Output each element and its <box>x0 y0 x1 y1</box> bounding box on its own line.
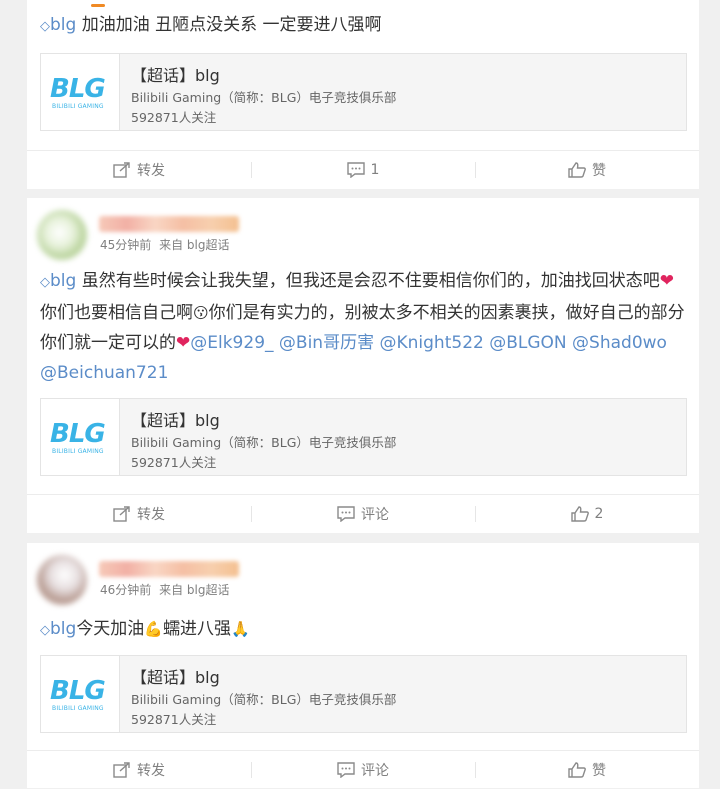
logo-text: BLG <box>50 74 106 104</box>
avatar[interactable] <box>37 210 87 260</box>
post-author: 45分钟前 来自 blg超话 <box>37 210 437 260</box>
repost-icon <box>113 162 131 178</box>
repost-button[interactable]: 转发 <box>27 751 251 789</box>
repost-button[interactable]: 转发 <box>27 495 251 533</box>
topic-card[interactable]: BLG BILIBILI GAMING 【超话】blg Bilibili Gam… <box>40 655 687 733</box>
post-text: ◇blg今天加油💪蠕进八强🙏 <box>40 619 250 639</box>
comment-count: 1 <box>370 162 380 178</box>
post-meta: 45分钟前 来自 blg超话 <box>100 236 230 253</box>
like-button[interactable]: 赞 <box>475 151 699 189</box>
username-blurred[interactable] <box>99 561 239 577</box>
like-icon <box>568 162 586 178</box>
post-card: 46分钟前 来自 blg超话 ◇blg今天加油💪蠕进八强🙏 BLG BILIBI… <box>27 543 699 788</box>
like-icon <box>568 762 586 778</box>
post-meta: 46分钟前 来自 blg超话 <box>100 581 230 598</box>
logo-text: BLG <box>50 676 106 706</box>
post-time[interactable]: 45分钟前 <box>100 238 151 252</box>
topic-description: Bilibili Gaming（简称：BLG）电子竞技俱乐部 <box>131 90 397 105</box>
repost-label: 转发 <box>137 163 165 179</box>
like-label: 赞 <box>592 163 606 179</box>
topic-description: Bilibili Gaming（简称：BLG）电子竞技俱乐部 <box>131 692 397 707</box>
logo-subtext: BILIBILI GAMING <box>52 448 104 455</box>
repost-label: 转发 <box>137 763 165 779</box>
topic-followers: 592871人关注 <box>131 455 217 470</box>
comment-icon <box>337 762 355 778</box>
post-source[interactable]: 来自 blg超话 <box>159 583 229 597</box>
post-text: ◇blg 加油加油 丑陋点没关系 一定要进八强啊 <box>40 15 382 35</box>
blg-logo: BLG BILIBILI GAMING <box>41 399 120 475</box>
weibo-feed: ◇blg 加油加油 丑陋点没关系 一定要进八强啊 BLG BILIBILI GA… <box>0 0 720 788</box>
post-text: ◇blg 虽然有些时候会让我失望，但我还是会忍不住要相信你们的，加油找回状态吧❤… <box>40 271 685 383</box>
topic-followers: 592871人关注 <box>131 110 217 125</box>
top-accent-bar <box>91 4 105 7</box>
like-button[interactable]: 2 <box>475 495 699 533</box>
comment-label: 评论 <box>361 507 389 523</box>
post-author: 46分钟前 来自 blg超话 <box>37 555 437 605</box>
username-blurred[interactable] <box>99 216 239 232</box>
topic-card[interactable]: BLG BILIBILI GAMING 【超话】blg Bilibili Gam… <box>40 398 687 476</box>
like-label: 赞 <box>592 763 606 779</box>
topic-title[interactable]: 【超话】blg <box>131 664 220 688</box>
post-actions: 转发 评论 2 <box>27 494 699 533</box>
repost-button[interactable]: 转发 <box>27 151 251 189</box>
topic-title[interactable]: 【超话】blg <box>131 62 220 86</box>
repost-label: 转发 <box>137 507 165 523</box>
logo-subtext: BILIBILI GAMING <box>52 705 104 712</box>
like-count: 2 <box>594 506 604 522</box>
comment-button[interactable]: 评论 <box>251 751 475 789</box>
topic-title[interactable]: 【超话】blg <box>131 407 220 431</box>
post-time[interactable]: 46分钟前 <box>100 583 151 597</box>
logo-text: BLG <box>50 419 106 449</box>
post-source[interactable]: 来自 blg超话 <box>159 238 229 252</box>
comment-button[interactable]: 1 <box>251 151 475 189</box>
topic-description: Bilibili Gaming（简称：BLG）电子竞技俱乐部 <box>131 435 397 450</box>
comment-icon <box>337 506 355 522</box>
comment-label: 评论 <box>361 763 389 779</box>
avatar[interactable] <box>37 555 87 605</box>
comment-button[interactable]: 评论 <box>251 495 475 533</box>
like-icon <box>570 506 589 522</box>
post-actions: 转发 1 赞 <box>27 150 699 189</box>
post-card: ◇blg 加油加油 丑陋点没关系 一定要进八强啊 BLG BILIBILI GA… <box>27 0 699 189</box>
repost-icon <box>113 762 131 778</box>
blg-logo: BLG BILIBILI GAMING <box>41 54 120 130</box>
post-actions: 转发 评论 赞 <box>27 750 699 789</box>
repost-icon <box>113 506 131 522</box>
like-button[interactable]: 赞 <box>475 751 699 789</box>
comment-icon <box>346 162 365 178</box>
blg-logo: BLG BILIBILI GAMING <box>41 656 120 732</box>
post-card: 45分钟前 来自 blg超话 ◇blg 虽然有些时候会让我失望，但我还是会忍不住… <box>27 198 699 533</box>
topic-card[interactable]: BLG BILIBILI GAMING 【超话】blg Bilibili Gam… <box>40 53 687 131</box>
topic-followers: 592871人关注 <box>131 712 217 727</box>
logo-subtext: BILIBILI GAMING <box>52 103 104 110</box>
